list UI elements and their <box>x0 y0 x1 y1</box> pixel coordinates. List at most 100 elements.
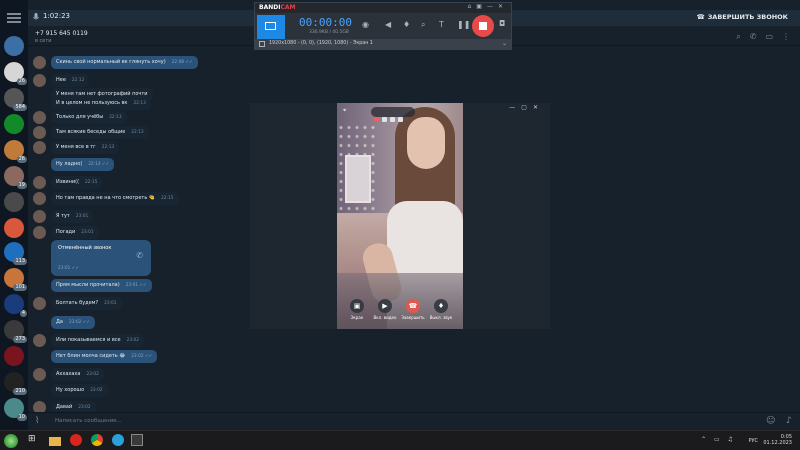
call-button[interactable]: ♦ Выкл. звук <box>429 299 453 320</box>
call-button[interactable]: ▣ Экран <box>345 299 369 320</box>
voice-icon[interactable]: ♪ <box>786 416 792 426</box>
screen-mode-button[interactable] <box>257 15 285 39</box>
message-bubble[interactable]: У меня все в тг 22:13 <box>51 141 120 154</box>
message-bubble[interactable]: Я тут 23:01 <box>51 210 94 223</box>
mic-icon[interactable] <box>33 13 39 22</box>
avatar[interactable] <box>33 368 46 381</box>
emoji: 🤏 <box>147 195 156 201</box>
chrome-icon[interactable] <box>91 434 103 446</box>
chevron-down-icon[interactable]: ⌄ <box>502 40 507 47</box>
chat-avatar[interactable]: 101 <box>4 268 27 291</box>
message-bubble[interactable]: Погади 23:01 <box>51 226 99 239</box>
message-bubble[interactable]: И в целом не пользуюсь вк 22:13 <box>51 97 151 110</box>
message-bubble[interactable]: Да 23:02 ✓✓ <box>51 316 95 329</box>
opera-icon[interactable] <box>70 434 82 446</box>
avatar[interactable] <box>33 141 46 154</box>
chat-avatar[interactable]: 26 <box>4 140 27 163</box>
message-input[interactable]: Написать сообщение... <box>55 418 122 424</box>
text-icon[interactable]: T <box>439 20 444 29</box>
message-bubble[interactable]: Аххахаха 23:02 <box>51 368 104 381</box>
more-icon[interactable]: ⋮ <box>782 32 790 42</box>
chat-avatar[interactable] <box>4 192 24 212</box>
avatar[interactable] <box>33 226 46 239</box>
sidebar-toggle-icon[interactable]: ▭ <box>765 32 773 42</box>
message-bubble[interactable]: Ну хорошо 23:02 <box>51 384 108 397</box>
avatar[interactable] <box>33 56 46 69</box>
chat-avatar[interactable]: 113 <box>4 242 27 265</box>
avatar[interactable] <box>33 111 46 124</box>
message-text: Болтать будем? <box>56 300 99 306</box>
area-checkbox[interactable] <box>259 41 265 47</box>
message-bubble[interactable]: Скинь свой нормальный вк глянуть хочу) 22… <box>51 56 198 69</box>
message-text: Ну ладно( <box>56 161 83 167</box>
message-bubble[interactable]: Болтать будем? 23:01 <box>51 297 122 310</box>
task-view-icon[interactable]: ⊞ <box>28 434 40 446</box>
attach-icon[interactable]: ⌇ <box>35 416 39 426</box>
screenshot-icon[interactable]: ◘ <box>499 19 505 28</box>
message-text: Скинь свой нормальный вк глянуть хочу) <box>56 59 166 65</box>
message-bubble[interactable]: Нет блин молча сидеть 😂 23:02 ✓✓ <box>51 350 158 363</box>
chat-avatar[interactable]: 26 <box>4 62 27 85</box>
menu-icon[interactable] <box>7 13 21 23</box>
chat-avatar[interactable] <box>4 36 24 56</box>
unread-badge: 101 <box>13 284 27 291</box>
microphone-icon[interactable]: ♦ <box>403 20 410 29</box>
call-button[interactable]: ▶ Вкл. видео <box>373 299 397 320</box>
message-bubble[interactable]: Но там правда не на что смотреть 🤏 22:15 <box>51 192 179 205</box>
message-text: И в целом не пользуюсь вк <box>56 100 128 106</box>
end-call-button[interactable]: ☎ ЗАВЕРШИТЬ ЗВОНОК <box>697 13 788 21</box>
message-time: 22:12 <box>71 78 85 83</box>
call-window-buttons[interactable]: —▢✕ <box>509 104 544 111</box>
chat-avatar[interactable]: 584 <box>4 88 27 111</box>
avatar[interactable] <box>33 126 46 139</box>
contact-name[interactable]: +7 915 645 0119 <box>35 30 88 37</box>
stop-record-button[interactable] <box>472 15 494 37</box>
search-icon[interactable]: ⌕ <box>736 32 740 42</box>
avatar[interactable] <box>33 210 46 223</box>
tray-icons[interactable]: ⌃ ▭ ♫ <box>701 436 736 443</box>
message-time: 22:13 <box>101 145 115 150</box>
chat-avatar[interactable]: 273 <box>4 320 27 343</box>
speaker-icon[interactable]: ◀ <box>385 20 391 29</box>
message-bubble[interactable]: Прям мысли прочитала) 23:01 ✓✓ <box>51 279 152 292</box>
clock[interactable]: 0:05 01.12.2023 <box>763 434 792 446</box>
call-button[interactable]: ☎ Завершить <box>401 299 425 320</box>
avatar[interactable] <box>33 74 46 87</box>
message-bubble[interactable]: Только для учёбы 22:13 <box>51 111 127 124</box>
webcam-icon[interactable]: ◉ <box>362 20 369 29</box>
message-bubble[interactable]: Ну ладно(22:14 ✓✓ <box>51 158 115 171</box>
pause-icon[interactable]: ❚❚ <box>457 20 470 29</box>
chat-avatar[interactable] <box>4 346 24 366</box>
magnifier-icon[interactable]: ⌕ <box>421 20 425 30</box>
message-bubble[interactable]: Или показываемся и все 23:02 <box>51 334 144 347</box>
avatar[interactable] <box>33 297 46 310</box>
chat-avatar[interactable] <box>4 114 24 134</box>
start-button[interactable] <box>4 434 18 448</box>
phone-icon[interactable]: ✆ <box>750 32 757 42</box>
chat-avatar[interactable] <box>4 218 24 238</box>
language-indicator[interactable]: РУС <box>748 438 758 444</box>
bandicam-window-buttons[interactable]: ⌂▣—✕ <box>467 3 508 10</box>
emoji-icon[interactable]: ☺ <box>766 416 775 426</box>
bandicam-taskbar-icon[interactable] <box>131 434 143 446</box>
avatar[interactable] <box>33 176 46 189</box>
message-bubble[interactable]: Там всякие беседы общие 22:13 <box>51 126 149 139</box>
missed-call-bubble[interactable]: Отменённый звонок 23:01 ✓✓ ✆ <box>51 240 151 276</box>
screen-share-icon: ▣ <box>350 299 364 313</box>
chat-avatar[interactable]: 19 <box>4 166 27 189</box>
chat-avatar[interactable]: 4 <box>4 294 27 317</box>
bandicam-titlebar: BANDICAM ⌂▣—✕ <box>255 3 511 13</box>
chat-avatar[interactable]: 10 <box>4 398 27 421</box>
message-bubble[interactable]: Извини((22:15 <box>51 176 103 189</box>
chat-avatar[interactable]: 210 <box>4 372 27 395</box>
avatar[interactable] <box>33 334 46 347</box>
file-explorer-icon[interactable] <box>49 437 61 446</box>
unread-badge: 26 <box>16 156 27 163</box>
phone-icon[interactable]: ✆ <box>136 251 143 260</box>
message-time: 22:13 <box>133 101 146 106</box>
message-bubble[interactable]: Нее 22:12 <box>51 74 90 87</box>
avatar[interactable] <box>33 192 46 205</box>
telegram-icon[interactable] <box>112 434 124 446</box>
pin-icon[interactable]: ⌖ <box>343 107 346 115</box>
chat-list-rail: 26 584 26 19 113 101 4 273 210 10 <box>0 0 28 430</box>
